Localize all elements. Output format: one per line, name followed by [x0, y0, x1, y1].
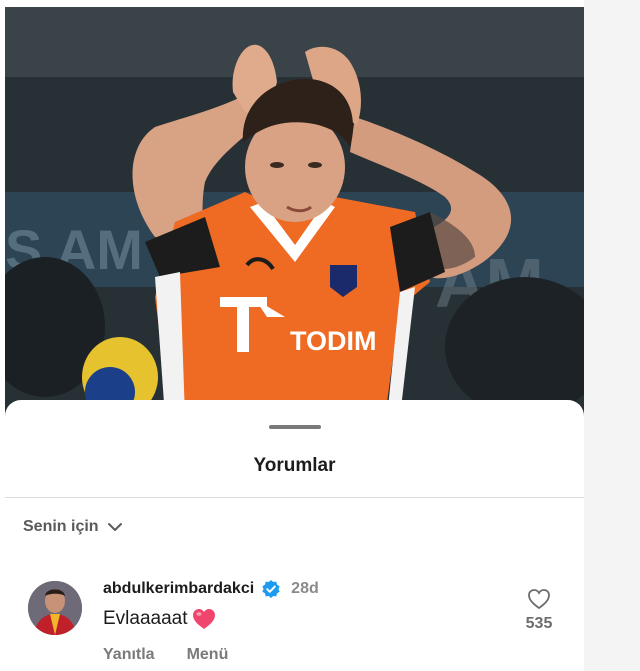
app-frame: S AM AM TODIM Yorumlar Senin için abdulk…: [5, 7, 584, 671]
avatar[interactable]: [28, 581, 82, 635]
background-gutter: [584, 0, 640, 671]
comment-body: Evlaaaaat: [103, 608, 216, 630]
comment-age: 28d: [291, 580, 319, 597]
like-control: 535: [519, 588, 559, 633]
sheet-drag-handle[interactable]: [269, 425, 321, 429]
sheet-divider: [5, 497, 584, 498]
menu-button[interactable]: Menü: [187, 646, 229, 664]
chevron-down-icon: [107, 519, 123, 535]
sheet-title: Yorumlar: [253, 455, 336, 476]
heart-outline-icon[interactable]: [519, 588, 559, 610]
comment-username[interactable]: abdulkerimbardakci: [103, 580, 254, 598]
sponsor-logo-text: TODIM: [290, 326, 377, 356]
comment-header: abdulkerimbardakci 28d: [103, 579, 319, 599]
verified-badge-icon: [261, 579, 281, 599]
comment-actions: Yanıtla Menü: [103, 646, 260, 664]
reply-button[interactable]: Yanıtla: [103, 646, 155, 664]
comment-filter-label: Senin için: [23, 518, 99, 535]
post-photo: S AM AM TODIM: [5, 7, 584, 417]
heart-emoji-icon: [192, 608, 216, 630]
comments-sheet: Yorumlar Senin için abdulkerimbardakci 2…: [5, 400, 584, 671]
like-count: 535: [525, 615, 553, 632]
comment-filter-dropdown[interactable]: Senin için: [23, 518, 123, 536]
comment-item: abdulkerimbardakci 28d Evlaaaaat Yanıtla…: [5, 565, 584, 671]
comment-text: Evlaaaaat: [103, 608, 188, 629]
